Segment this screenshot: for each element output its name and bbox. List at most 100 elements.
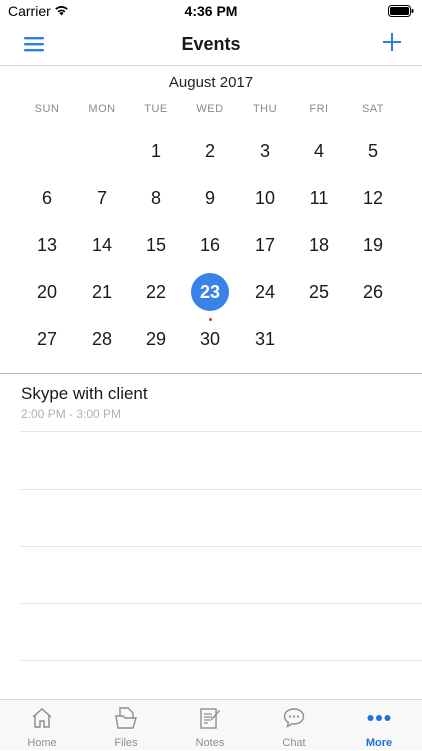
calendar-day[interactable]: 4 xyxy=(292,131,346,171)
calendar: August 2017 SUN MON TUE WED THU FRI SAT 123456… xyxy=(0,67,422,374)
tab-label: More xyxy=(365,737,393,749)
calendar-day[interactable]: 26 xyxy=(346,272,400,312)
calendar-day-number: 4 xyxy=(313,141,324,161)
nav-bar: Events xyxy=(0,22,422,66)
calendar-day-number: 7 xyxy=(96,188,107,208)
home-icon xyxy=(32,707,52,728)
calendar-day[interactable]: 10 xyxy=(238,178,292,218)
calendar-day-number: 6 xyxy=(41,188,52,208)
calendar-day[interactable]: 3 xyxy=(238,131,292,171)
calendar-day[interactable]: 18 xyxy=(292,225,346,265)
calendar-day-number: 26 xyxy=(362,282,384,302)
calendar-day-number: 15 xyxy=(145,235,167,255)
tab-label: Home xyxy=(27,737,57,749)
weekday-label: MON xyxy=(88,103,116,115)
calendar-day-number: 22 xyxy=(145,282,167,302)
calendar-day[interactable]: 28 xyxy=(75,319,129,359)
calendar-day[interactable]: 9 xyxy=(183,178,237,218)
calendar-day-number: 23 xyxy=(191,273,229,311)
calendar-day-number: 13 xyxy=(36,235,58,255)
month-title: August 2017 xyxy=(168,74,254,91)
tab-files[interactable]: Files xyxy=(84,700,168,751)
calendar-day[interactable]: 27 xyxy=(20,319,74,359)
calendar-day[interactable]: 14 xyxy=(75,225,129,265)
tab-bar: Home Files Notes Chat More xyxy=(0,699,422,750)
weekday-label: FRI xyxy=(309,103,329,115)
calendar-day[interactable]: 24 xyxy=(238,272,292,312)
list-divider xyxy=(20,489,422,490)
calendar-day-number: 12 xyxy=(362,188,384,208)
list-divider xyxy=(20,546,422,547)
event-title: Skype with client xyxy=(21,384,148,403)
weekday-label: TUE xyxy=(144,103,168,115)
notes-icon xyxy=(200,708,220,729)
chat-icon xyxy=(283,708,305,728)
weekday-label: THU xyxy=(252,103,278,115)
calendar-day[interactable]: 16 xyxy=(183,225,237,265)
tab-notes[interactable]: Notes xyxy=(168,700,252,751)
calendar-day-number: 10 xyxy=(254,188,276,208)
calendar-day-number: 2 xyxy=(204,141,215,161)
calendar-day[interactable]: 5 xyxy=(346,131,400,171)
calendar-day-number: 18 xyxy=(308,235,330,255)
status-bar: Carrier 4:36 PM xyxy=(0,0,422,22)
calendar-day-number: 11 xyxy=(309,188,329,208)
event-item[interactable]: Skype with client 2:00 PM - 3:00 PM xyxy=(20,375,422,432)
calendar-day-number: 16 xyxy=(199,235,221,255)
calendar-day[interactable]: 2 xyxy=(183,131,237,171)
calendar-day-number: 27 xyxy=(36,329,58,349)
more-icon xyxy=(367,715,391,721)
calendar-day[interactable]: 17 xyxy=(238,225,292,265)
tab-more[interactable]: More xyxy=(337,700,421,751)
calendar-day[interactable]: 13 xyxy=(20,225,74,265)
calendar-day[interactable]: 31 xyxy=(238,319,292,359)
calendar-day-number: 5 xyxy=(367,141,378,161)
calendar-day-number: 1 xyxy=(150,141,161,161)
weekday-label: SUN xyxy=(34,103,60,115)
calendar-day[interactable]: 15 xyxy=(129,225,183,265)
calendar-day-number: 29 xyxy=(145,329,167,349)
calendar-day[interactable]: 30 xyxy=(183,319,237,359)
calendar-day[interactable]: 6 xyxy=(20,178,74,218)
calendar-day[interactable]: 11 xyxy=(292,178,346,218)
tab-home[interactable]: Home xyxy=(0,700,84,751)
calendar-day[interactable]: 7 xyxy=(75,178,129,218)
calendar-day[interactable]: 21 xyxy=(75,272,129,312)
calendar-day[interactable]: 12 xyxy=(346,178,400,218)
calendar-day[interactable]: 19 xyxy=(346,225,400,265)
calendar-day-number: 14 xyxy=(91,235,113,255)
list-divider xyxy=(20,603,422,604)
files-icon xyxy=(115,707,137,729)
calendar-day[interactable]: 20 xyxy=(20,272,74,312)
weekday-label: SAT xyxy=(361,103,385,115)
calendar-day-number: 21 xyxy=(91,282,113,302)
calendar-day-number: 8 xyxy=(150,188,161,208)
calendar-day-number: 24 xyxy=(254,282,276,302)
event-time: 2:00 PM - 3:00 PM xyxy=(21,407,122,421)
calendar-day-number: 31 xyxy=(254,329,276,349)
list-divider xyxy=(20,660,422,661)
calendar-day-number: 9 xyxy=(204,188,215,208)
calendar-day[interactable]: 25 xyxy=(292,272,346,312)
add-event-icon[interactable] xyxy=(382,32,402,52)
calendar-day-number: 25 xyxy=(308,282,330,302)
tab-label: Notes xyxy=(195,737,225,749)
tab-label: Files xyxy=(114,737,138,749)
calendar-day-number: 30 xyxy=(199,329,221,349)
calendar-day[interactable]: 1 xyxy=(129,131,183,171)
calendar-day[interactable]: 22 xyxy=(129,272,183,312)
calendar-day-number: 19 xyxy=(362,235,384,255)
calendar-day-selected[interactable]: 23 xyxy=(183,272,237,321)
weekday-label: WED xyxy=(196,103,224,115)
page-title: Events xyxy=(181,34,241,54)
calendar-day-number: 3 xyxy=(259,141,270,161)
calendar-day[interactable]: 8 xyxy=(129,178,183,218)
calendar-day-number: 28 xyxy=(91,329,113,349)
status-time: 4:36 PM xyxy=(184,3,238,19)
tab-chat[interactable]: Chat xyxy=(252,700,336,751)
calendar-day[interactable]: 29 xyxy=(129,319,183,359)
battery-icon xyxy=(388,5,414,17)
calendar-day-number: 20 xyxy=(36,282,58,302)
calendar-day-number: 17 xyxy=(254,235,276,255)
tab-label: Chat xyxy=(282,737,306,749)
